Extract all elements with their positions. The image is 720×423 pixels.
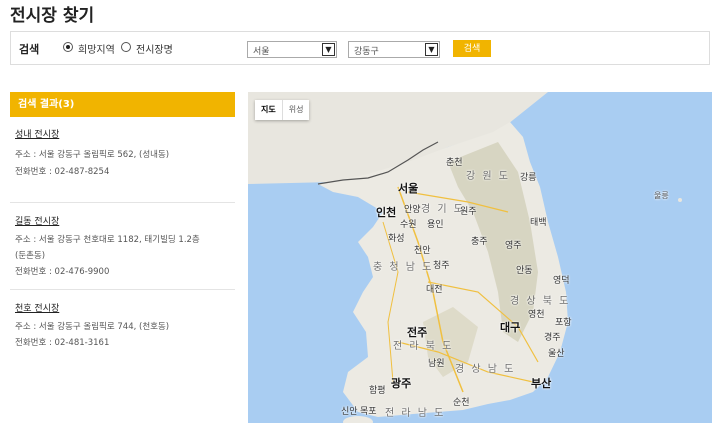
map-label-pohang: 포항	[555, 318, 572, 328]
map-label-suncheon: 순천	[453, 398, 470, 408]
map-label-yongin: 용인	[427, 220, 444, 230]
map-label-gyeonggi: 경 기 도	[421, 204, 465, 215]
map-label-jeonbuk: 전 라 북 도	[393, 341, 454, 352]
map-label-gangneung: 강릉	[520, 173, 537, 183]
radio-region[interactable]	[63, 42, 73, 52]
showroom-phone: 전화번호 : 02-476-9900	[15, 267, 110, 277]
map-label-yeongcheon: 영천	[528, 310, 545, 320]
showroom-phone: 전화번호 : 02-481-3161	[15, 338, 110, 348]
map-label-chuncheon: 춘천	[446, 158, 463, 168]
map-type-satellite-button[interactable]: 위성	[283, 100, 310, 120]
list-item: 길동 전시장 주소 : 서울 강동구 천호대로 1182, 태기빌딩 1.2층 …	[10, 214, 235, 290]
district-select[interactable]: 강동구 ▼	[348, 41, 440, 58]
map-label-incheon: 인천	[376, 206, 397, 219]
map-label-chungju: 충주	[471, 237, 488, 247]
map-label-hwaseong: 화성	[388, 234, 405, 244]
map-label-daegu: 대구	[500, 321, 521, 334]
map-label-sinan: 신안	[341, 407, 358, 417]
page-title: 전시장 찾기	[10, 6, 95, 26]
map-label-suwon: 수원	[400, 220, 417, 230]
radio-showroom-name-label[interactable]: 전시장명	[136, 41, 173, 56]
map-type-map-button[interactable]: 지도	[255, 100, 283, 120]
showroom-name-link[interactable]: 성내 전시장	[15, 127, 235, 140]
map-label-gyeongbuk: 경 상 북 도	[510, 296, 571, 307]
chevron-down-icon[interactable]: ▼	[322, 43, 335, 56]
map-label-hampyeong: 함평	[369, 386, 386, 396]
map-label-chungnam: 충 청 남 도	[373, 262, 434, 273]
map-label-taebaek: 태백	[530, 218, 547, 228]
map-type-control: 지도 위성	[255, 100, 310, 120]
showroom-address: 주소 : 서울 강동구 올림픽로 562, (성내동)	[15, 150, 170, 160]
map-label-mokpo: 목포	[360, 407, 377, 417]
map-label-ulsan: 울산	[548, 349, 565, 359]
showroom-name-link[interactable]: 천호 전시장	[15, 301, 235, 314]
map-label-seoul: 서울	[398, 182, 419, 195]
map-label-daejeon: 대전	[426, 285, 443, 295]
search-button[interactable]: 검색	[453, 40, 491, 57]
map-label-yeongju: 영주	[505, 241, 522, 251]
search-bar: 검색 희망지역 전시장명 서울 ▼ 강동구 ▼ 검색	[10, 31, 710, 65]
showroom-name-link[interactable]: 길동 전시장	[15, 214, 235, 227]
map-label-wonju: 원주	[460, 207, 477, 217]
chevron-down-icon[interactable]: ▼	[425, 43, 438, 56]
map-label-ulleung: 울릉	[654, 191, 669, 200]
radio-showroom-name[interactable]	[121, 42, 131, 52]
map-label-andong: 안동	[516, 266, 533, 276]
map-label-gyeongju: 경주	[544, 333, 561, 343]
showroom-address-detail: (둔촌동)	[15, 251, 46, 261]
district-select-value: 강동구	[354, 47, 379, 57]
radio-region-label[interactable]: 희망지역	[78, 41, 115, 56]
map-label-jeonnam: 전 라 남 도	[385, 408, 446, 419]
city-select[interactable]: 서울 ▼	[247, 41, 337, 58]
map-label-namwon: 남원	[428, 359, 445, 369]
map-view[interactable]: 지도 위성 춘천 강 원 도 강릉 울릉 서울 인천 안양 수원 용인 경 기 …	[248, 92, 712, 423]
city-select-value: 서울	[253, 47, 270, 57]
showroom-phone: 전화번호 : 02-487-8254	[15, 167, 110, 177]
map-label-gyeongnam: 경 상 남 도	[455, 364, 516, 375]
list-item: 천호 전시장 주소 : 서울 강동구 올림픽로 744, (천호동) 전화번호 …	[10, 301, 235, 361]
search-label: 검색	[19, 43, 40, 56]
results-panel: 검색 결과(3) 성내 전시장 주소 : 서울 강동구 올림픽로 562, (성…	[10, 92, 235, 348]
map-label-anyang: 안양	[404, 205, 421, 215]
map-label-yeongdeok: 영덕	[553, 276, 570, 286]
results-header: 검색 결과(3)	[10, 92, 235, 117]
showroom-address: 주소 : 서울 강동구 올림픽로 744, (천호동)	[15, 322, 170, 332]
map-label-cheongju: 청주	[433, 261, 450, 271]
showroom-address: 주소 : 서울 강동구 천호대로 1182, 태기빌딩 1.2층	[15, 235, 200, 245]
map-label-gangwon: 강 원 도	[466, 171, 510, 182]
list-item: 성내 전시장 주소 : 서울 강동구 올림픽로 562, (성내동) 전화번호 …	[10, 127, 235, 203]
map-label-cheonan: 천안	[414, 246, 431, 256]
map-label-gwangju: 광주	[391, 377, 412, 390]
map-label-busan: 부산	[531, 377, 552, 390]
